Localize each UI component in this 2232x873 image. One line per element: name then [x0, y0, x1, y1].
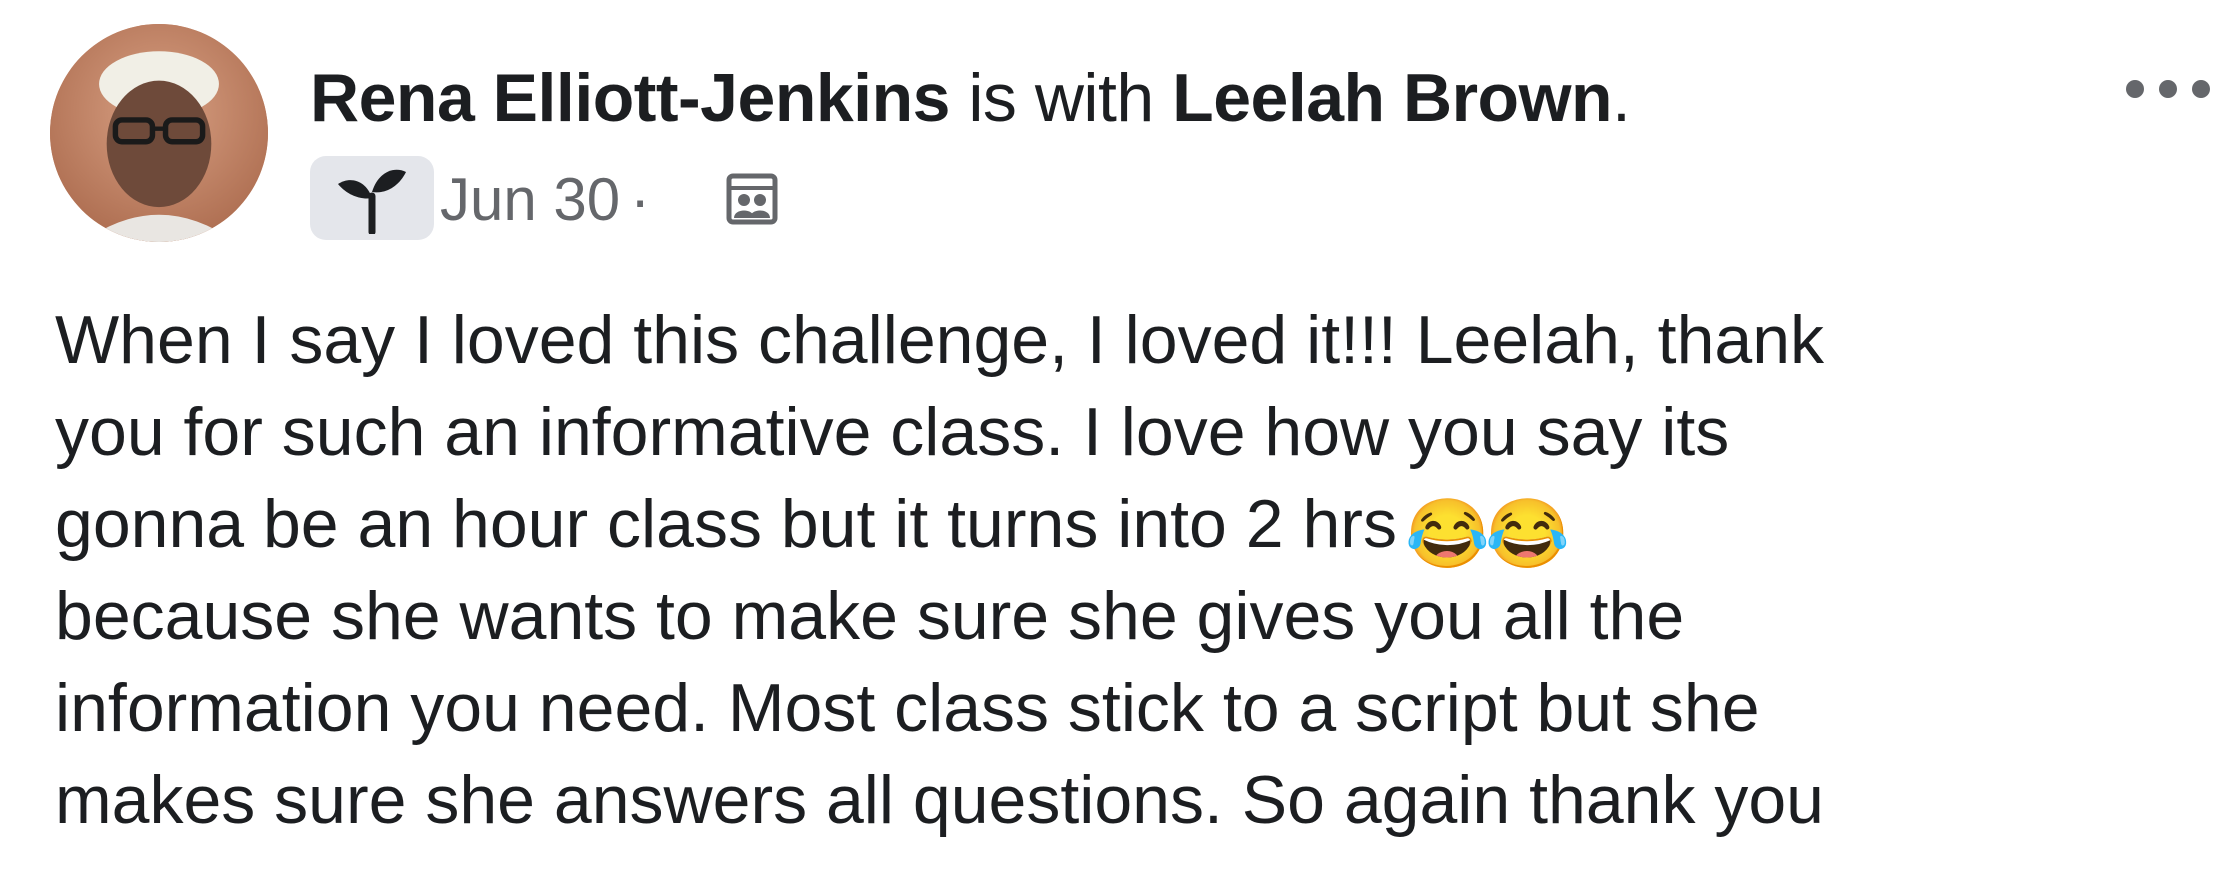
- sprout-icon: [338, 169, 406, 234]
- post-header: Rena Elliott-Jenkins is with Leelah Brow…: [310, 58, 1631, 138]
- body-line-1: When I say I loved this challenge, I lov…: [55, 302, 1825, 378]
- more-options-icon[interactable]: [2122, 74, 2214, 104]
- body-line-2: you for such an informative class. I lov…: [55, 394, 1730, 470]
- meta-separator: ·: [630, 166, 651, 233]
- author-avatar[interactable]: [50, 24, 268, 242]
- laughing-emoji: 😂: [1484, 496, 1570, 572]
- post-date[interactable]: Jun 30: [440, 166, 620, 233]
- body-line-4: because she wants to make sure she gives…: [55, 578, 1685, 654]
- body-line-3-text: gonna be an hour class but it turns into…: [55, 486, 1397, 562]
- avatar-image: [50, 24, 268, 242]
- group-icon[interactable]: [726, 172, 778, 226]
- header-period: .: [1612, 60, 1631, 136]
- laughing-emoji: 😂: [1404, 496, 1490, 572]
- author-name[interactable]: Rena Elliott-Jenkins: [310, 60, 950, 136]
- body-line-3: gonna be an hour class but it turns into…: [55, 478, 2205, 572]
- body-line-6: makes sure she answers all questions. So…: [55, 762, 1824, 838]
- post-body: When I say I loved this challenge, I lov…: [55, 294, 2205, 846]
- tagged-user[interactable]: Leelah Brown: [1172, 60, 1612, 136]
- body-line-5: information you need. Most class stick t…: [55, 670, 1760, 746]
- with-text: is with: [968, 60, 1154, 136]
- post-meta: Jun 30 ·: [440, 160, 660, 240]
- facebook-post: Rena Elliott-Jenkins is with Leelah Brow…: [0, 0, 2232, 873]
- badge-chip[interactable]: [310, 156, 434, 240]
